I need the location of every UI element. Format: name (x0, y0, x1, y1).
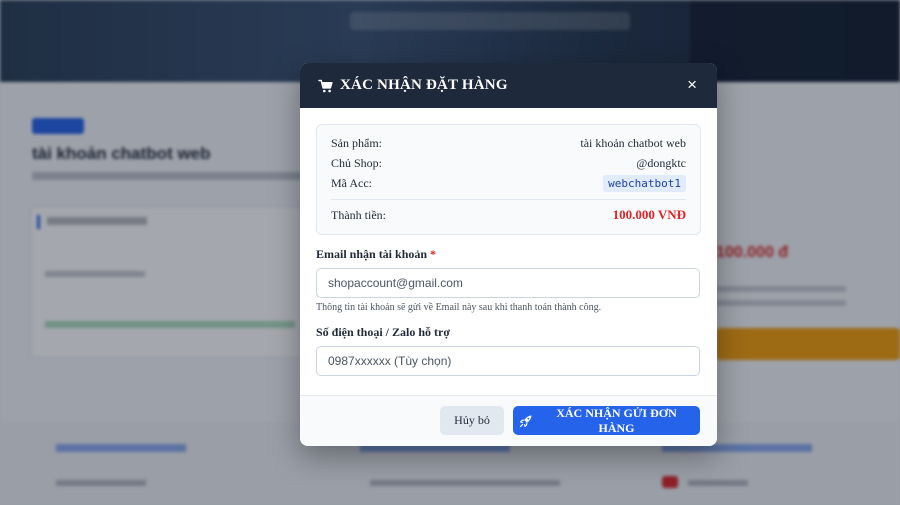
product-value: tài khoản chatbot web (580, 135, 686, 150)
summary-row-shop: Chủ Shop: @dongktc (331, 153, 686, 173)
rocket-icon (519, 414, 533, 428)
summary-row-product: Sản phẩm: tài khoản chatbot web (331, 133, 686, 153)
modal-title: XÁC NHẬN ĐẶT HÀNG (340, 77, 508, 93)
email-hint: Thông tin tài khoản sẽ gửi về Email này … (316, 302, 602, 313)
total-label: Thành tiền: (331, 207, 386, 222)
order-confirm-modal: XÁC NHẬN ĐẶT HÀNG × Sản phẩm: tài khoản … (300, 63, 717, 446)
modal-header: XÁC NHẬN ĐẶT HÀNG × (300, 63, 717, 108)
phone-field[interactable] (316, 346, 700, 376)
shop-value: @dongktc (636, 155, 686, 170)
email-field[interactable] (316, 268, 700, 298)
order-summary: Sản phẩm: tài khoản chatbot web Chủ Shop… (316, 124, 701, 235)
cancel-button[interactable]: Hủy bỏ (440, 406, 504, 435)
shop-label: Chủ Shop: (331, 155, 383, 170)
confirm-order-button[interactable]: XÁC NHẬN GỬI ĐƠN HÀNG (513, 406, 700, 435)
phone-label: Số điện thoại / Zalo hỗ trợ (316, 325, 450, 339)
summary-divider (331, 199, 686, 200)
total-price: 100.000 VNĐ (612, 207, 686, 222)
product-label: Sản phẩm: (331, 135, 382, 150)
close-icon[interactable]: × (687, 76, 697, 94)
modal-footer: Hủy bỏ XÁC NHẬN GỬI ĐƠN HÀNG (300, 395, 717, 446)
required-mark: * (430, 247, 437, 261)
summary-row-total: Thành tiền: 100.000 VNĐ (331, 204, 686, 226)
cart-icon (318, 78, 334, 94)
modal-body: Sản phẩm: tài khoản chatbot web Chủ Shop… (300, 108, 717, 376)
acc-label: Mã Acc: (331, 175, 372, 190)
confirm-label: XÁC NHẬN GỬI ĐƠN HÀNG (556, 405, 677, 435)
summary-row-acc: Mã Acc: webchatbot1 (331, 173, 686, 193)
email-label: Email nhận tài khoản * (316, 247, 437, 261)
acc-code: webchatbot1 (603, 174, 686, 192)
